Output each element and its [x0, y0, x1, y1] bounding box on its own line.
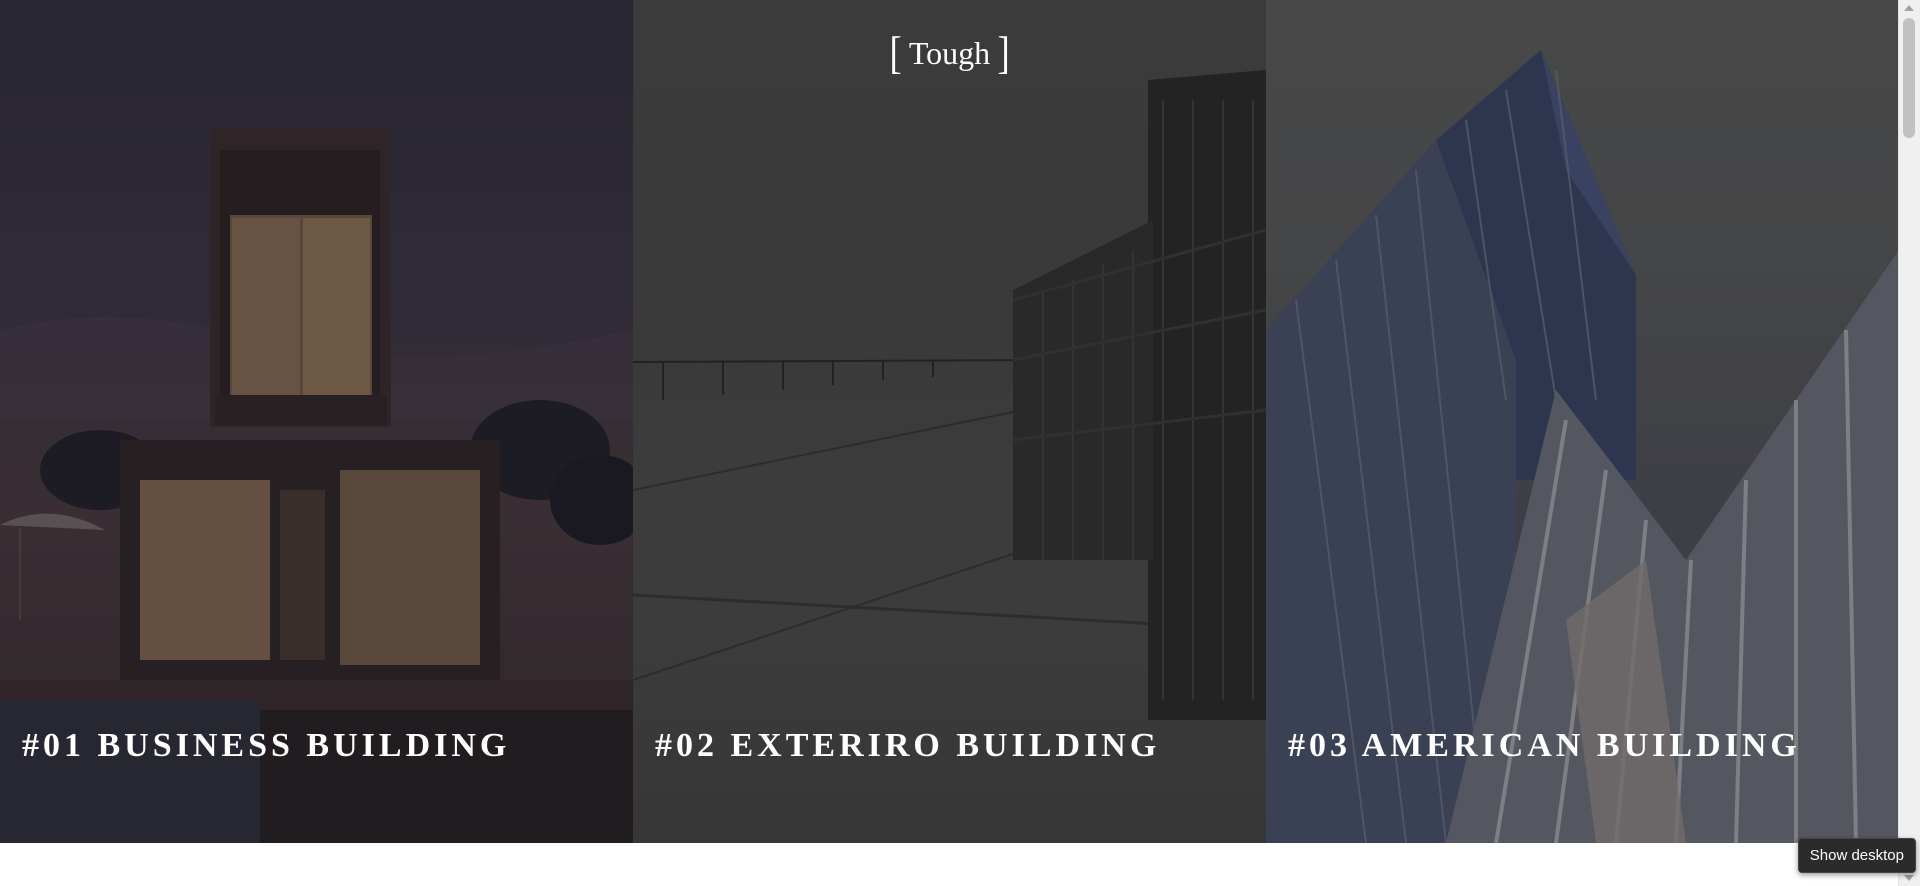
logo-open-bracket: [ [889, 27, 902, 78]
scrollbar-thumb[interactable] [1903, 18, 1915, 138]
logo-close-bracket: ] [997, 27, 1010, 78]
panel-title[interactable]: #01 BUSINESS BUILDING [22, 727, 510, 765]
scroll-up-arrow-icon[interactable] [1904, 5, 1914, 11]
gallery-panel-american-building[interactable]: #03 AMERICAN BUILDING [1266, 0, 1899, 843]
building-gallery: #01 BUSINESS BUILDING #02 EXTERIRO BUILD… [0, 0, 1899, 843]
gray-building-exterior-image [633, 0, 1266, 843]
site-logo[interactable]: [Tough] [0, 30, 1899, 76]
modern-house-night-image [0, 0, 633, 843]
glass-skyscraper-image [1266, 0, 1899, 843]
page-viewport: [Tough] #01 BUSINESS BUILDING #02 EXTERI… [0, 0, 1899, 886]
logo-text: Tough [908, 34, 991, 71]
scroll-down-arrow-icon[interactable] [1904, 875, 1914, 881]
show-desktop-tooltip: Show desktop [1797, 838, 1916, 873]
panel-title[interactable]: #02 EXTERIRO BUILDING [655, 727, 1160, 765]
panel-title[interactable]: #03 AMERICAN BUILDING [1288, 727, 1801, 765]
gallery-panel-exteriro-building[interactable]: #02 EXTERIRO BUILDING [633, 0, 1266, 843]
vertical-scrollbar[interactable] [1898, 0, 1920, 886]
gallery-panel-business-building[interactable]: #01 BUSINESS BUILDING [0, 0, 633, 843]
